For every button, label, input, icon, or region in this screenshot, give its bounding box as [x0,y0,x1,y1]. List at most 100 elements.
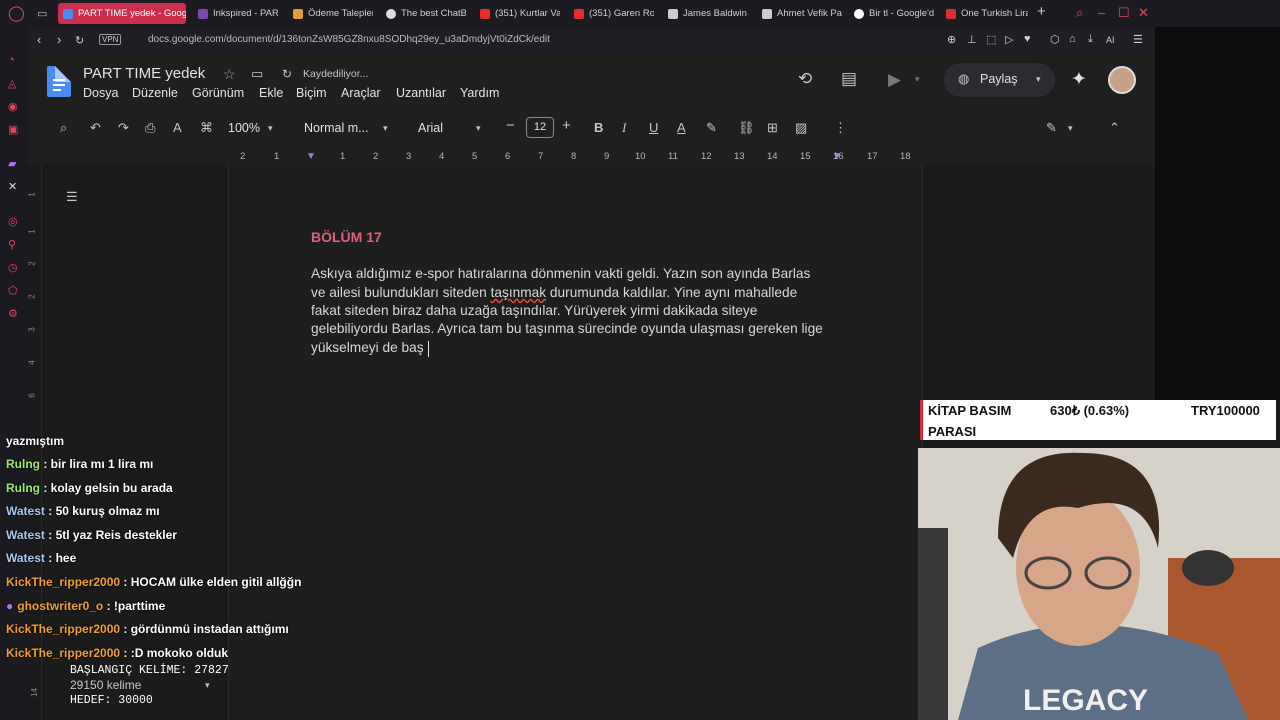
menu-tools[interactable]: Araçlar [341,86,381,100]
star-icon[interactable]: ☆ [223,66,236,83]
tab-0[interactable]: PART TIME yedek - Google [58,3,186,24]
word-count-dropdown-icon[interactable]: ▾ [205,680,210,691]
sidebar-icon-1[interactable]: ◔ [8,54,15,66]
download-icon[interactable]: ⤓ [1088,33,1093,46]
sidebar-icon-3[interactable]: ◉ [8,100,18,113]
menu-format[interactable]: Biçim [296,86,327,100]
image-icon[interactable]: ▨ [795,120,807,136]
minimize-icon[interactable]: – [1098,5,1105,20]
tab-4[interactable]: (351) Kurtlar Va [480,3,560,24]
settings-icon[interactable]: ⚙ [8,307,18,320]
gemini-icon[interactable]: ✦ [1071,68,1087,91]
forward-icon[interactable]: › [57,32,61,47]
history-icon[interactable]: ◷ [8,261,18,274]
menu-insert[interactable]: Ekle [259,86,283,100]
chevron-down-icon[interactable]: ▾ [383,123,388,134]
more-icon[interactable]: ⋮ [834,120,847,136]
wallet-icon[interactable]: ⌂ [1069,33,1076,45]
tab-2[interactable]: Ödeme Talepler [293,3,373,24]
tab-8[interactable]: Bir tl - Google'd [854,3,934,24]
text-color-icon[interactable]: A [677,120,686,135]
vpn-badge[interactable]: VPN [99,34,122,45]
folder-icon[interactable]: ▭ [251,66,263,82]
meet-dropdown-icon[interactable]: ▾ [915,74,920,85]
chevron-down-icon[interactable]: ▾ [1068,123,1073,134]
extensions-icon[interactable]: ⬡ [1050,33,1060,46]
twitch-icon[interactable]: ▰ [8,157,16,170]
italic-icon[interactable]: I [622,120,626,136]
font-select[interactable]: Arial [418,121,443,135]
maximize-icon[interactable]: ☐ [1118,5,1130,21]
tab-7[interactable]: Ahmet Vefik Pa [762,3,842,24]
heart-icon[interactable]: ♥ [1024,33,1031,45]
meet-icon[interactable]: ▶ [888,70,901,90]
zoom-icon[interactable]: ⊕ [947,33,956,46]
style-select[interactable]: Normal m... [304,121,369,135]
avatar[interactable] [1108,66,1136,94]
sidebar-icon-7[interactable]: ⬠ [8,284,18,297]
font-size-input[interactable]: 12 [526,117,554,138]
tab-5[interactable]: (351) Garen Ro [574,3,654,24]
chat-username[interactable]: KickThe_ripper2000 [6,575,120,589]
tab-1[interactable]: Inkspired - PAR [198,3,278,24]
add-comment-icon[interactable]: ⊞ [767,120,778,136]
underline-icon[interactable]: U [649,120,658,135]
menu-file[interactable]: Dosya [83,86,118,100]
chat-username[interactable]: KickThe_ripper2000 [6,646,120,660]
play-icon[interactable]: ▷ [1005,33,1013,46]
chat-username[interactable]: Watest [6,551,45,565]
search-tabs-icon[interactable]: ⌕ [1076,5,1083,21]
sidebar-icon-4[interactable]: ▣ [8,123,18,136]
document-page[interactable] [228,165,923,720]
snapshot-icon[interactable]: ⬚ [986,33,996,46]
tab-menu-icon[interactable]: ▭ [37,7,47,20]
opera-logo-icon[interactable]: ◯ [8,4,25,22]
close-icon[interactable]: ✕ [1138,5,1149,21]
menu-help[interactable]: Yardım [460,86,499,100]
chat-username[interactable]: Watest [6,528,45,542]
url-field[interactable]: docs.google.com/document/d/136tonZsW85GZ… [148,34,550,45]
chevron-down-icon[interactable]: ▾ [268,123,273,134]
tab-3[interactable]: The best ChatB [386,3,466,24]
redo-icon[interactable]: ↷ [118,120,129,136]
outline-icon[interactable]: ☰ [66,189,78,205]
reload-icon[interactable]: ↻ [75,34,84,47]
sidebar-icon-2[interactable]: ◬ [8,77,16,90]
chevron-down-icon[interactable]: ▾ [476,123,481,134]
chat-username[interactable]: KickThe_ripper2000 [6,622,120,636]
menu-edit[interactable]: Düzenle [132,86,178,100]
decrease-font-icon[interactable]: − [506,117,515,134]
sidebar-icon-6[interactable]: ⚲ [8,238,16,251]
comments-icon[interactable]: ▤ [841,69,857,89]
paint-format-icon[interactable]: ⌘ [200,120,213,136]
new-tab-button[interactable]: + [1037,3,1046,20]
indent-marker-icon[interactable]: ▼ [306,151,316,162]
easy-setup-icon[interactable]: ☰ [1133,33,1143,46]
link-icon[interactable]: ⛓ [738,120,755,136]
chat-username[interactable]: ghostwriter0_o [17,599,103,613]
tab-6[interactable]: James Baldwin [668,3,748,24]
increase-font-icon[interactable]: + [562,117,571,134]
history-icon[interactable]: ⟲ [798,69,812,89]
sidebar-icon-5[interactable]: ◎ [8,215,18,228]
google-docs-logo-icon[interactable] [47,66,71,97]
chat-username[interactable]: Rulng [6,481,40,495]
chat-username[interactable]: Rulng [6,457,40,471]
print-icon[interactable]: ⎙ [145,120,155,136]
spellcheck-icon[interactable]: A [173,120,182,135]
x-icon[interactable]: ✕ [8,180,17,193]
menu-view[interactable]: Görünüm [192,86,244,100]
chat-username[interactable]: Watest [6,504,45,518]
zoom-select[interactable]: 100% [228,121,260,135]
pin-icon[interactable]: ⊥ [967,33,977,46]
editing-mode-icon[interactable]: ✎ [1046,120,1057,136]
back-icon[interactable]: ‹ [37,32,41,47]
search-icon[interactable]: ⌕ [60,120,67,136]
bold-icon[interactable]: B [594,120,603,135]
menu-extensions[interactable]: Uzantılar [396,86,446,100]
highlight-icon[interactable]: ✎ [706,120,717,136]
document-title[interactable]: PART TIME yedek [83,65,205,82]
misspelled-word[interactable]: taşınmak [491,285,547,300]
undo-icon[interactable]: ↶ [90,120,101,136]
tab-9[interactable]: One Turkish Lira [946,3,1028,24]
